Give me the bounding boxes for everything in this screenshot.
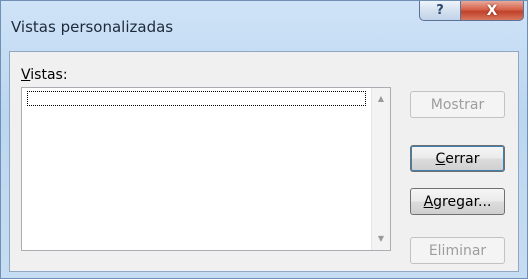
custom-views-dialog: Vistas personalizadas ? X Vistas: ▲ ▼ Mo…	[0, 0, 528, 279]
close-button-mnemonic: C	[435, 150, 446, 167]
views-label-mnemonic: V	[21, 67, 31, 83]
dialog-body: Vistas: ▲ ▼ Mostrar Cerrar Agregar... El…	[9, 51, 519, 272]
views-list[interactable]: ▲ ▼	[21, 87, 391, 251]
close-button-label-rest: errar	[445, 150, 480, 167]
add-button-label: Agregar...	[424, 194, 492, 210]
views-list-scrollbar[interactable]: ▲ ▼	[371, 88, 390, 250]
close-button[interactable]: Cerrar	[410, 145, 505, 172]
close-icon: X	[486, 2, 498, 19]
show-button-label: Mostrar	[430, 96, 485, 113]
scroll-up-arrow-icon[interactable]: ▲	[372, 90, 390, 108]
scroll-down-arrow-icon[interactable]: ▼	[372, 230, 390, 248]
add-button-mnemonic: A	[423, 193, 434, 210]
views-label: Vistas:	[21, 67, 68, 83]
delete-button[interactable]: Eliminar	[410, 237, 505, 264]
help-button[interactable]: ?	[419, 1, 461, 21]
add-button-label-rest: gregar...	[433, 193, 492, 210]
close-window-button[interactable]: X	[460, 1, 524, 21]
delete-button-label: Eliminar	[428, 242, 487, 259]
dialog-title: Vistas personalizadas	[11, 18, 174, 36]
close-button-label: Cerrar	[436, 151, 480, 167]
add-button[interactable]: Agregar...	[410, 188, 505, 215]
show-button[interactable]: Mostrar	[410, 91, 505, 118]
title-bar[interactable]: Vistas personalizadas ? X	[1, 1, 527, 51]
focus-row[interactable]	[27, 91, 366, 106]
help-icon: ?	[436, 3, 444, 18]
views-label-rest: istas:	[30, 67, 68, 83]
